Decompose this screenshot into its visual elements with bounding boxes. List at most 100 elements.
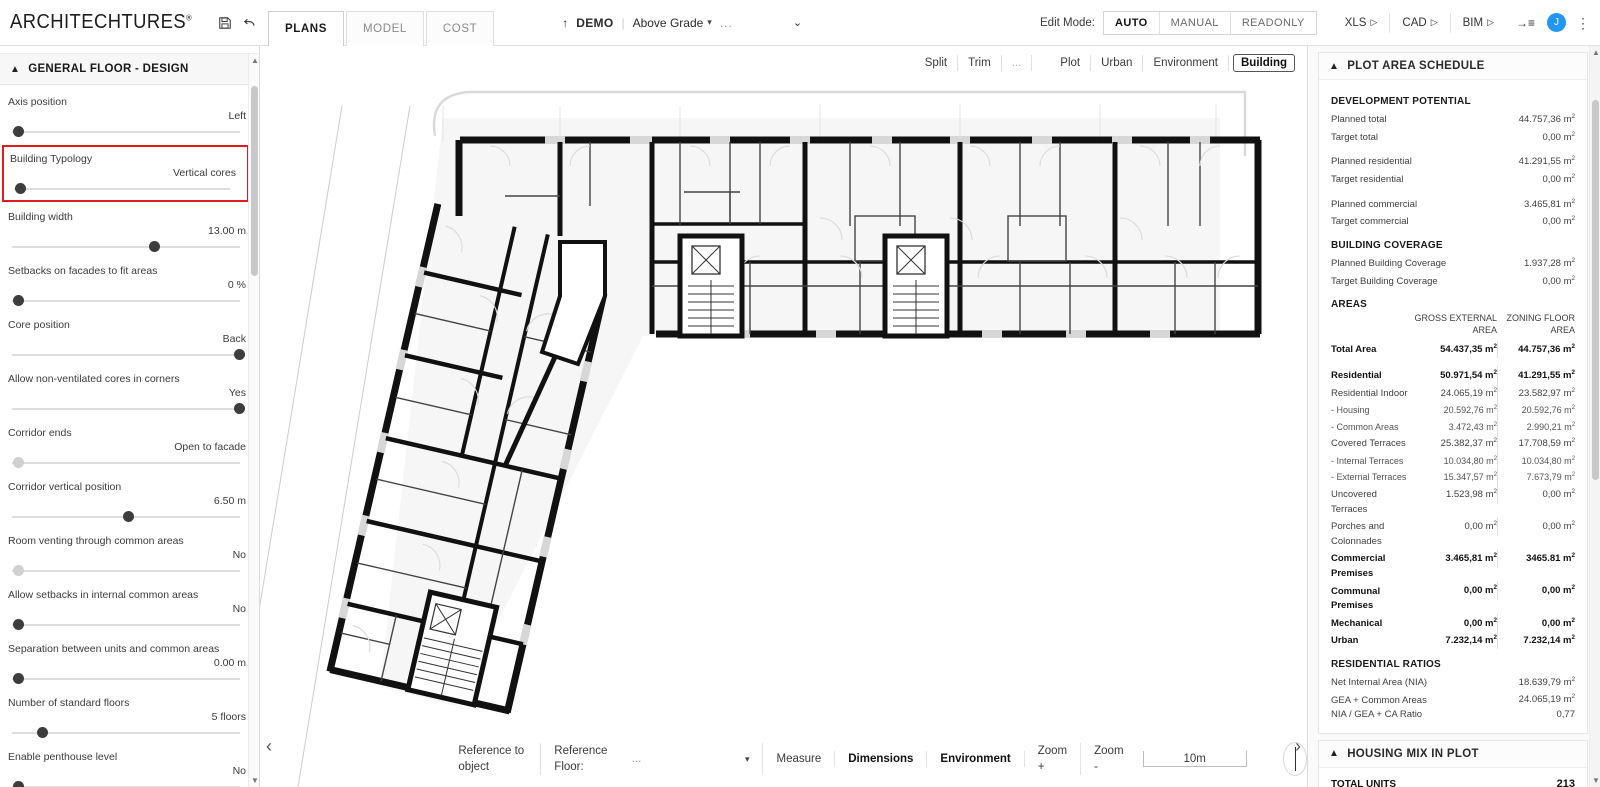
tool-more-dots[interactable]: ... — [1002, 55, 1033, 71]
reference-to-object-button[interactable]: Reference to object — [445, 743, 542, 775]
slider-track[interactable] — [12, 678, 240, 680]
floorplan-canvas[interactable]: Split Trim ... Plot Urban Environment Bu… — [260, 46, 1307, 787]
tool-environment[interactable]: Environment — [1143, 55, 1229, 71]
param-slider[interactable] — [8, 294, 246, 308]
param-setbacks-on-facades-to-fit-areas[interactable]: Setbacks on facades to fit areas 0 % — [0, 258, 259, 312]
param-core-position[interactable]: Core position Back — [0, 312, 259, 366]
slider-track[interactable] — [12, 131, 240, 133]
param-slider[interactable] — [8, 510, 246, 524]
param-axis-position[interactable]: Axis position Left — [0, 89, 259, 143]
slider-knob[interactable] — [13, 781, 25, 787]
export-bim-button[interactable]: BIM ▷ — [1451, 13, 1506, 33]
param-allow-non-ventilated-cores-in-corners[interactable]: Allow non-ventilated cores in corners Yes — [0, 366, 259, 420]
left-scrollbar[interactable]: ▲ ▼ — [248, 54, 259, 787]
slider-track[interactable] — [12, 300, 240, 302]
section-header-general-floor-design[interactable]: ▲ GENERAL FLOOR - DESIGN — [0, 54, 259, 85]
project-up-arrow-icon[interactable]: ↑ — [562, 16, 568, 30]
right-scrollbar[interactable]: ▲ ▼ — [1589, 46, 1600, 787]
edit-mode-manual[interactable]: MANUAL — [1159, 11, 1231, 34]
areas-row-gross-external: 50.971,54 m2 — [1440, 368, 1497, 382]
param-slider[interactable] — [8, 672, 246, 686]
tool-urban[interactable]: Urban — [1091, 55, 1144, 71]
slider-track[interactable] — [12, 570, 240, 572]
slider-track[interactable] — [12, 408, 240, 410]
param-corridor-ends[interactable]: Corridor ends Open to facade — [0, 420, 259, 474]
slider-knob[interactable] — [122, 511, 134, 522]
param-slider[interactable] — [8, 564, 246, 578]
areas-row-label: Residential Indoor — [1331, 387, 1408, 399]
slider-knob[interactable] — [13, 565, 25, 576]
tab-model[interactable]: MODEL — [345, 11, 424, 46]
slider-knob[interactable] — [13, 673, 25, 684]
param-slider[interactable] — [8, 240, 246, 254]
plot-area-schedule-header[interactable]: ▲ PLOT AREA SCHEDULE — [1319, 53, 1587, 80]
export-xls-button[interactable]: XLS ▷ — [1333, 12, 1391, 33]
row-value: 0,77 — [1556, 709, 1576, 721]
right-scroll-thumb[interactable] — [1592, 100, 1599, 480]
edit-mode-readonly[interactable]: READONLY — [1230, 11, 1316, 34]
dimensions-button[interactable]: Dimensions — [835, 751, 928, 767]
export-cad-button[interactable]: CAD ▷ — [1390, 12, 1451, 33]
expand-chevron-down-icon[interactable]: ⌄ — [793, 16, 802, 29]
compass-icon[interactable] — [1282, 742, 1307, 776]
param-allow-setbacks-in-internal-common-areas[interactable]: Allow setbacks in internal common areas N… — [0, 582, 259, 636]
slider-knob[interactable] — [234, 403, 246, 414]
param-slider[interactable] — [8, 125, 246, 139]
slider-track[interactable] — [12, 624, 240, 626]
param-slider[interactable] — [10, 182, 236, 196]
slider-knob[interactable] — [14, 183, 26, 194]
tab-plans[interactable]: PLANS — [268, 11, 344, 46]
more-vertical-icon[interactable]: ⋮ — [1576, 16, 1590, 30]
slider-track[interactable] — [12, 354, 240, 356]
tool-split[interactable]: Split — [915, 55, 959, 71]
zoom-in-button[interactable]: Zoom + — [1025, 743, 1082, 775]
param-slider[interactable] — [8, 456, 246, 470]
edit-mode-auto[interactable]: AUTO — [1104, 11, 1160, 34]
reference-floor-select[interactable]: Reference Floor: ... ▾ — [541, 743, 764, 775]
slider-knob[interactable] — [36, 727, 48, 738]
slider-knob[interactable] — [13, 295, 25, 306]
level-more-dots[interactable]: ... — [720, 16, 733, 30]
param-enable-penthouse-level[interactable]: Enable penthouse level No — [0, 744, 259, 787]
param-number-of-standard-floors[interactable]: Number of standard floors 5 floors — [0, 690, 259, 744]
list-arrow-icon[interactable]: →≡ — [1516, 16, 1535, 30]
save-icon[interactable] — [218, 13, 232, 33]
slider-knob[interactable] — [13, 619, 25, 630]
param-slider[interactable] — [8, 402, 246, 416]
param-label: Building width — [8, 211, 73, 223]
tool-plot[interactable]: Plot — [1050, 55, 1092, 71]
slider-track[interactable] — [14, 188, 230, 190]
scroll-down-arrow-icon[interactable]: ▼ — [1592, 776, 1600, 785]
param-building-width[interactable]: Building width 13.00 m — [0, 204, 259, 258]
param-slider[interactable] — [8, 726, 246, 740]
param-slider[interactable] — [8, 618, 246, 632]
avatar[interactable]: J — [1547, 13, 1566, 32]
param-slider[interactable] — [8, 348, 246, 362]
scroll-up-arrow-icon[interactable]: ▲ — [251, 56, 259, 65]
left-scroll-thumb[interactable] — [251, 86, 258, 276]
param-value: Back — [222, 333, 246, 345]
housing-mix-header[interactable]: ▲ HOUSING MIX IN PLOT — [1319, 740, 1587, 768]
slider-knob[interactable] — [13, 457, 25, 468]
slider-knob[interactable] — [234, 349, 246, 360]
undo-icon[interactable] — [242, 13, 257, 33]
tool-trim[interactable]: Trim — [958, 55, 1002, 71]
tool-building[interactable]: Building — [1233, 54, 1295, 72]
param-corridor-vertical-position[interactable]: Corridor vertical position 6.50 m — [0, 474, 259, 528]
slider-knob[interactable] — [148, 241, 160, 252]
zoom-out-button[interactable]: Zoom - — [1081, 743, 1136, 775]
floorplan-drawing[interactable] — [260, 46, 1307, 787]
param-slider[interactable] — [8, 780, 246, 787]
environment-button[interactable]: Environment — [927, 751, 1025, 767]
scroll-down-arrow-icon[interactable]: ▼ — [251, 776, 259, 785]
slider-track[interactable] — [12, 246, 240, 248]
param-room-venting-through-common-areas[interactable]: Room venting through common areas No — [0, 528, 259, 582]
scroll-up-arrow-icon[interactable]: ▲ — [1592, 48, 1600, 57]
level-select[interactable]: Above Grade ▾ — [633, 16, 712, 30]
measure-button[interactable]: Measure — [763, 751, 836, 767]
tab-cost[interactable]: COST — [425, 11, 495, 46]
slider-track[interactable] — [12, 462, 240, 464]
param-separation-between-units-and-common-areas[interactable]: Separation between units and common area… — [0, 636, 259, 690]
slider-knob[interactable] — [13, 126, 25, 137]
param-building-typology[interactable]: Building Typology Vertical cores — [2, 145, 249, 202]
